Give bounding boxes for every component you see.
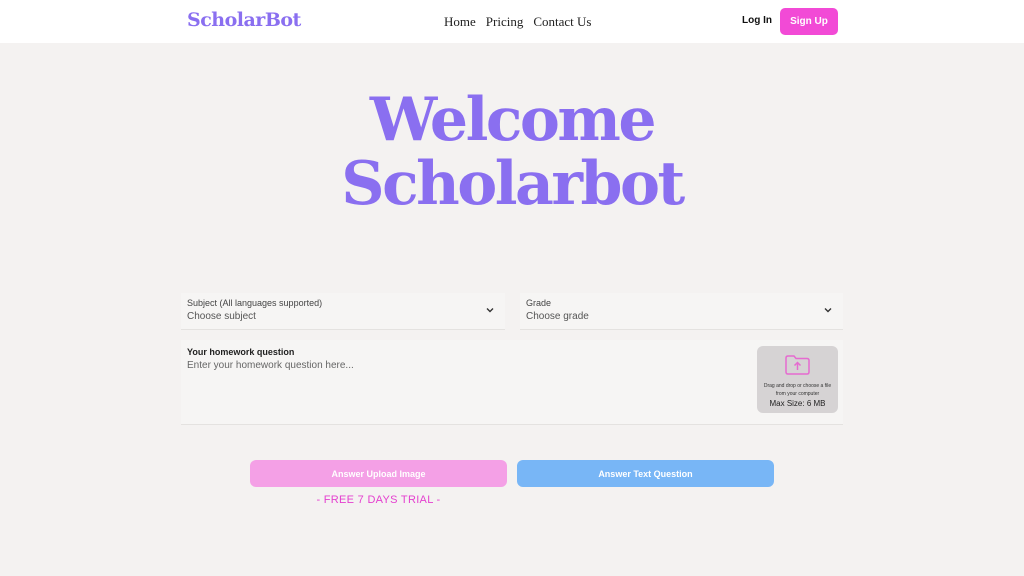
question-label: Your homework question (187, 347, 295, 357)
grade-select[interactable]: Grade Choose grade (520, 293, 843, 330)
question-box: Your homework question (181, 340, 843, 425)
hero-title: Welcome Scholarbot (0, 88, 1024, 216)
answer-text-question-button[interactable]: Answer Text Question (517, 460, 774, 487)
subject-value: Choose subject (187, 311, 256, 322)
grade-value: Choose grade (526, 311, 589, 322)
answer-upload-image-button[interactable]: Answer Upload Image (250, 460, 507, 487)
folder-upload-icon (785, 355, 810, 375)
subject-label: Subject (All languages supported) (187, 298, 323, 308)
chevron-down-icon (486, 308, 494, 313)
signup-button[interactable]: Sign Up (780, 8, 838, 35)
chevron-down-icon (824, 308, 832, 313)
hero-title-line2: Scholarbot (341, 149, 685, 219)
hero-title-line1: Welcome (369, 85, 657, 155)
file-dropzone[interactable]: Drag and drop or choose a file from your… (757, 346, 838, 413)
login-link[interactable]: Log In (742, 15, 772, 26)
nav-link-home[interactable]: Home (444, 14, 476, 30)
dropzone-hint: Drag and drop or choose a file from your… (763, 383, 832, 397)
logo[interactable]: ScholarBot (187, 9, 301, 31)
nav-link-pricing[interactable]: Pricing (486, 14, 524, 30)
free-trial-text: - FREE 7 DAYS TRIAL - (316, 494, 441, 506)
nav-link-contact[interactable]: Contact Us (533, 14, 591, 30)
question-input[interactable] (187, 360, 747, 416)
subject-select[interactable]: Subject (All languages supported) Choose… (181, 293, 505, 330)
nav-links: Home Pricing Contact Us (444, 14, 591, 30)
grade-label: Grade (526, 298, 552, 308)
navbar: ScholarBot Home Pricing Contact Us Log I… (0, 0, 1024, 43)
dropzone-max-size: Max Size: 6 MB (769, 399, 826, 408)
